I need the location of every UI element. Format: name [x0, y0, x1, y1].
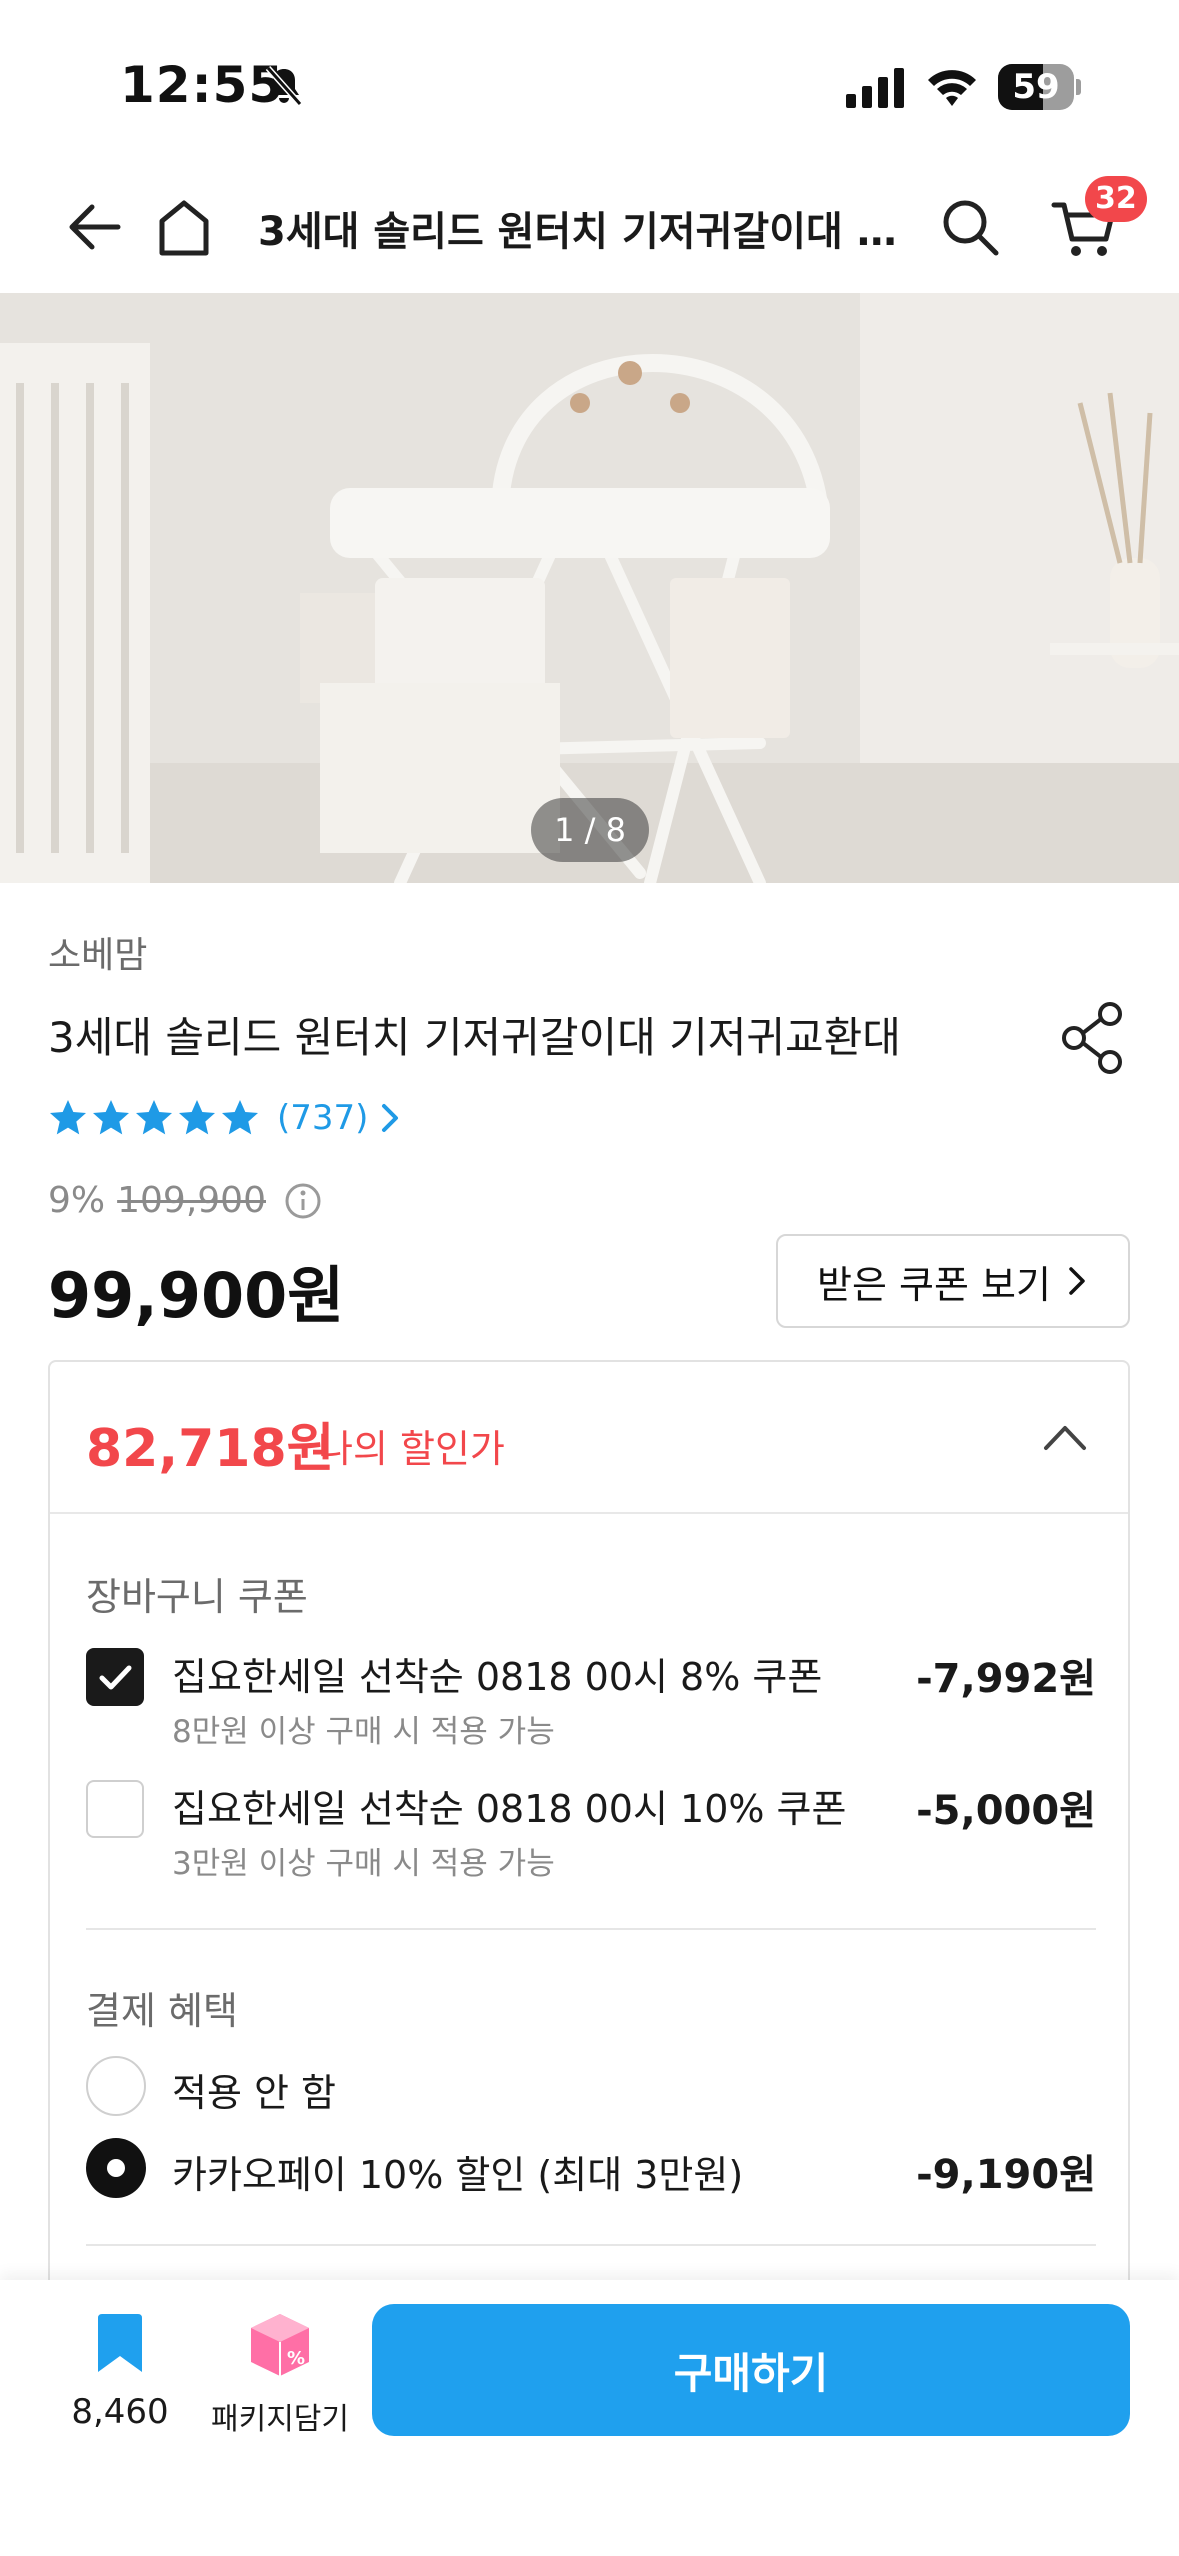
cart-coupon-title: 장바구니 쿠폰: [86, 1575, 308, 1619]
star-icon: [222, 1100, 258, 1135]
my-discount-price-label: 나의 할인가: [318, 1427, 505, 1471]
star-icon: [136, 1100, 172, 1135]
discount-panel: 82,718원 나의 할인가 장바구니 쿠폰 집요한세일 선착순 0818 00…: [48, 1360, 1130, 2420]
checkmark-icon: [99, 1665, 132, 1690]
coupon-amount: -7,992원: [916, 1656, 1096, 1702]
diaper-changing-table-illustration: [0, 293, 1179, 883]
wifi-icon: [928, 70, 976, 106]
discount-panel-header[interactable]: 82,718원 나의 할인가: [50, 1362, 1128, 1514]
divider: [86, 1928, 1096, 1930]
coupon-checkbox[interactable]: [86, 1648, 144, 1706]
coupon-name: 집요한세일 선착순 0818 00시 8% 쿠폰: [172, 1655, 823, 1699]
original-price: 109,900: [117, 1180, 266, 1221]
star-icon: [179, 1100, 215, 1135]
bottom-action-bar: 8,460 % 패키지담기 구매하기: [0, 2280, 1179, 2556]
cellular-signal-icon: [846, 68, 904, 108]
star-icon: [93, 1100, 129, 1135]
top-nav: 3세대 솔리드 원터치 기저귀갈이대 기저귀교환대: [0, 165, 1179, 293]
wishlist-button[interactable]: 8,460: [60, 2312, 180, 2442]
payment-option[interactable]: 카카오페이 10% 할인 (최대 3만원) -9,190원: [86, 2138, 1096, 2238]
battery-percent: 59: [1012, 67, 1060, 107]
payment-option-label: 카카오페이 10% 할인 (최대 3만원): [172, 2153, 744, 2197]
status-bar: 12:55 59: [0, 0, 1179, 165]
rating-row[interactable]: (737): [48, 1096, 402, 1140]
discount-rate: 9%: [48, 1180, 106, 1221]
product-image[interactable]: [0, 293, 1179, 883]
payment-radio[interactable]: [86, 2138, 146, 2198]
coupon-amount: -5,000원: [916, 1788, 1096, 1834]
sale-price: 99,900원: [48, 1259, 345, 1332]
star-icon: [50, 1100, 86, 1135]
payment-benefit-title: 결제 혜택: [86, 1989, 238, 2033]
coupon-option[interactable]: 집요한세일 선착순 0818 00시 10% 쿠폰 3만원 이상 구매 시 적용…: [86, 1776, 1096, 1882]
star-rating: [48, 1098, 263, 1138]
payment-option-amount: -9,190원: [916, 2152, 1096, 2198]
my-discount-price: 82,718원: [86, 1419, 335, 1479]
chevron-right-icon: [1069, 1267, 1085, 1295]
cart-count-badge: 32: [1085, 176, 1147, 222]
add-package-label: 패키지담기: [211, 2402, 349, 2437]
product-title: 3세대 솔리드 원터치 기저귀갈이대 기저귀교환대: [48, 1013, 901, 1062]
image-counter: 1 / 8: [531, 798, 649, 862]
info-icon[interactable]: [284, 1182, 322, 1220]
battery-indicator: 59: [998, 64, 1081, 110]
coupon-option[interactable]: 집요한세일 선착순 0818 00시 8% 쿠폰 8만원 이상 구매 시 적용 …: [86, 1644, 1096, 1750]
package-box-icon: %: [251, 2314, 309, 2376]
chevron-right-icon: [382, 1104, 399, 1132]
share-icon[interactable]: [1058, 1000, 1128, 1076]
svg-text:%: %: [287, 2348, 305, 2369]
wishlist-count: 8,460: [71, 2392, 169, 2432]
status-time: 12:55: [120, 56, 285, 114]
bookmark-icon: [98, 2314, 142, 2372]
discount-row: 9% 109,900: [48, 1180, 322, 1221]
home-icon[interactable]: [148, 191, 220, 263]
divider: [86, 2244, 1096, 2246]
view-coupons-label: 받은 쿠폰 보기: [817, 1262, 1051, 1307]
brand-name[interactable]: 소베맘: [48, 926, 147, 978]
bell-off-icon: [265, 66, 303, 106]
chevron-up-icon[interactable]: [1040, 1416, 1090, 1456]
search-icon[interactable]: [934, 191, 1006, 263]
view-coupons-button[interactable]: 받은 쿠폰 보기: [776, 1234, 1130, 1328]
payment-option-label: 적용 안 함: [172, 2071, 336, 2115]
payment-radio[interactable]: [86, 2056, 146, 2116]
coupon-name: 집요한세일 선착순 0818 00시 10% 쿠폰: [172, 1787, 847, 1831]
buy-button[interactable]: 구매하기: [372, 2304, 1130, 2436]
back-arrow-icon[interactable]: [54, 191, 126, 263]
coupon-condition: 8만원 이상 구매 시 적용 가능: [172, 1714, 555, 1750]
page-title: 3세대 솔리드 원터치 기저귀갈이대 기저귀교환대: [258, 209, 918, 255]
add-package-button[interactable]: % 패키지담기: [200, 2310, 360, 2450]
coupon-checkbox[interactable]: [86, 1780, 144, 1838]
coupon-condition: 3만원 이상 구매 시 적용 가능: [172, 1846, 555, 1882]
review-count[interactable]: (737): [277, 1098, 368, 1138]
